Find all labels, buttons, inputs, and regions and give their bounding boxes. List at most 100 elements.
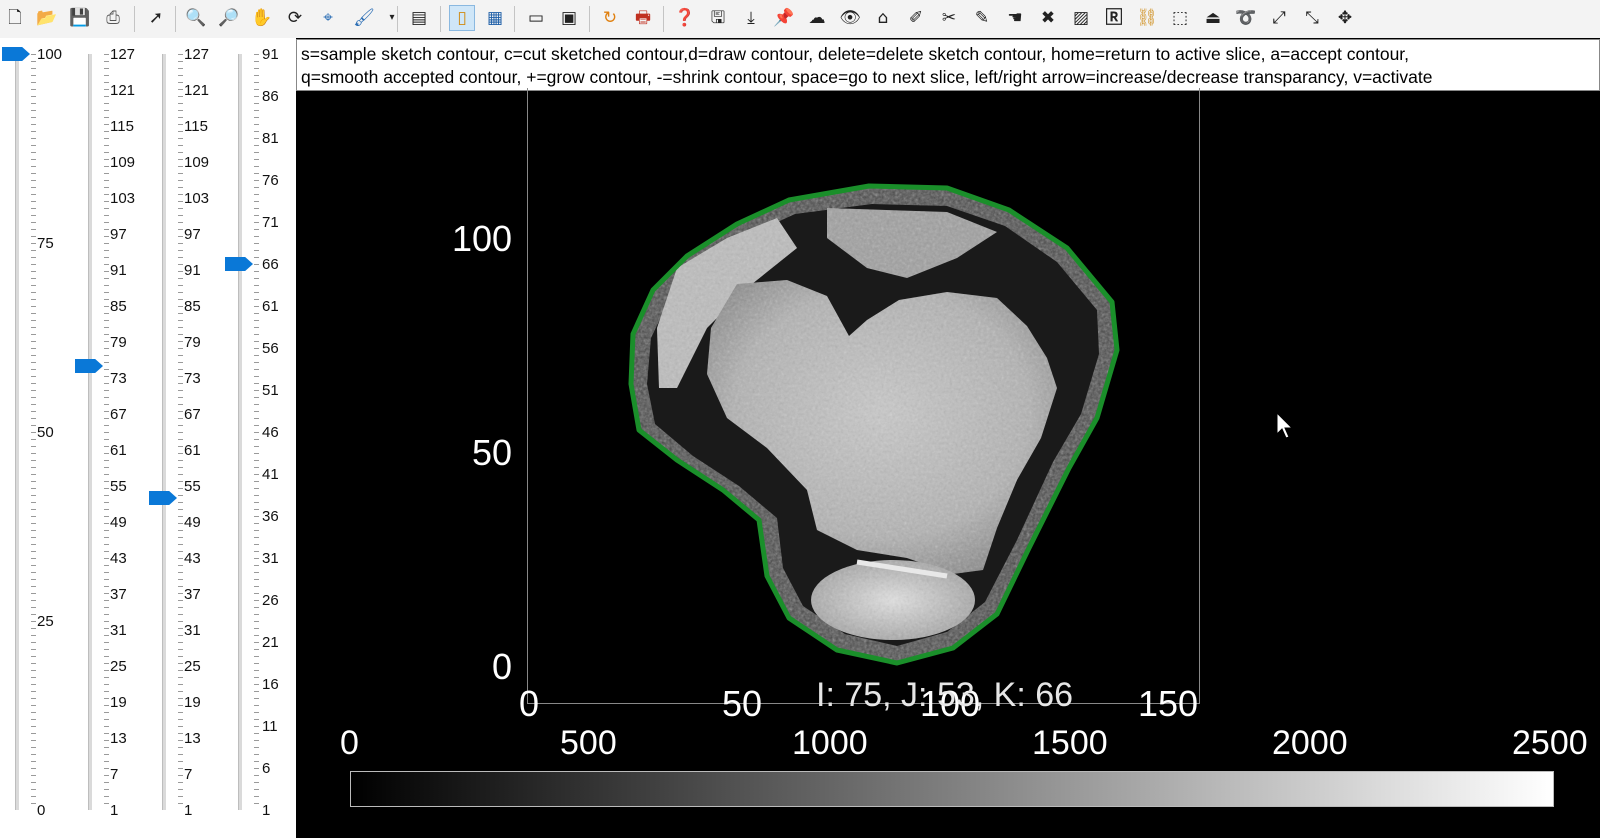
hand-icon[interactable]: ☚ (1003, 6, 1027, 30)
slider-tick-label: 73 (110, 370, 127, 387)
slider-tick-label: 55 (184, 478, 201, 495)
toolbar-separator (397, 6, 398, 32)
slider-tick-label: 0 (37, 802, 46, 819)
slider-tick-label: 115 (184, 118, 208, 135)
slider-tick-label: 85 (184, 298, 201, 315)
lasso-icon[interactable]: ➰ (1234, 6, 1258, 30)
slider-tick-label: 67 (110, 406, 127, 423)
brush-dropdown-icon[interactable]: ▾ (380, 6, 404, 30)
help-line-1: s=sample sketch contour, c=cut sketched … (301, 44, 1410, 64)
figure-window-icon[interactable]: ▤ (407, 6, 431, 30)
slider-tick-label: 79 (110, 334, 127, 351)
delete-x-icon[interactable]: ✖ (1036, 6, 1060, 30)
zoom-in-icon[interactable]: 🔍 (184, 6, 208, 30)
slider-tick-label: 13 (110, 730, 127, 747)
brush-icon[interactable]: 🖌 (352, 6, 376, 30)
r-icon[interactable]: 🅁 (1102, 6, 1126, 30)
pin-icon[interactable]: 📌 (772, 6, 796, 30)
slider-tick-label: 49 (184, 514, 201, 531)
plot-axes[interactable] (527, 88, 1200, 704)
slider-ticks (178, 54, 183, 810)
colorbar-tick: 1500 (1032, 724, 1108, 762)
slider-tick-label: 71 (262, 214, 279, 231)
slider-track-slice-j[interactable] (162, 54, 166, 810)
slider-tick-label: 51 (262, 382, 279, 399)
new-file-icon[interactable]: 🗋 (3, 6, 27, 30)
colorbar-toggle-icon[interactable]: ▯ (449, 5, 475, 31)
slider-tick-label: 31 (184, 622, 201, 639)
slider-tick-label: 85 (110, 298, 127, 315)
x-tick-label: 50 (722, 683, 763, 724)
slider-tick-label: 37 (110, 586, 127, 603)
slider-tick-label: 43 (110, 550, 127, 567)
zoom-out-icon[interactable]: 🔎 (217, 6, 241, 30)
slider-tick-label: 55 (110, 478, 127, 495)
image-viewer[interactable]: s=sample sketch contour, c=cut sketched … (296, 38, 1600, 838)
data-cursor-icon[interactable]: ⌖ (316, 6, 340, 30)
download-icon[interactable]: ⤓ (739, 6, 763, 30)
slider-tick-label: 25 (110, 658, 127, 675)
toolbar-separator (134, 6, 135, 32)
home-icon[interactable]: ⌂ (871, 6, 895, 30)
slider-tick-label: 46 (262, 424, 279, 441)
maximize-icon[interactable]: ▣ (557, 6, 581, 30)
open-folder-icon[interactable]: 📂 (35, 6, 59, 30)
slider-tick-label: 41 (262, 466, 279, 483)
slider-ticks (31, 54, 36, 810)
slider-tick-label: 109 (184, 154, 210, 171)
toolbar-separator (440, 6, 441, 32)
slider-track-slice-k[interactable] (238, 54, 242, 810)
slider-tick-label: 67 (184, 406, 201, 423)
slider-tick-label: 91 (184, 262, 201, 279)
iron-icon[interactable]: ⏏ (1201, 6, 1225, 30)
pen-icon[interactable]: ✎ (970, 6, 994, 30)
rotate-icon[interactable]: ⟳ (283, 6, 307, 30)
slider-tick-label: 127 (110, 46, 136, 63)
pointer-icon[interactable]: ➚ (144, 6, 168, 30)
save-icon[interactable]: 💾 (68, 6, 92, 30)
slider-thumb-slice-i[interactable] (75, 359, 103, 373)
window-icon[interactable]: ▭ (524, 6, 548, 30)
scissors-icon[interactable]: ✂ (937, 6, 961, 30)
print-icon[interactable]: 🖶 (631, 6, 655, 30)
link-icon[interactable]: ⛓ (1135, 6, 1159, 30)
slider-track-transparency[interactable] (15, 54, 19, 810)
colorbar-tick: 1000 (792, 724, 868, 762)
slider-ticks (104, 54, 109, 810)
image-icon[interactable]: ▨ (1069, 6, 1093, 30)
slider-tick-label: 25 (184, 658, 201, 675)
slider-tick-label: 7 (184, 766, 193, 783)
save-disk-icon[interactable]: 🖫 (706, 6, 730, 30)
slider-tick-label: 49 (110, 514, 127, 531)
pan-hand-icon[interactable]: ✋ (250, 6, 274, 30)
refresh-icon[interactable]: ↻ (598, 6, 622, 30)
crop-icon[interactable]: ⬚ (1168, 6, 1192, 30)
slider-thumb-slice-k[interactable] (225, 257, 253, 271)
help-icon[interactable]: ❓ (673, 6, 697, 30)
slider-thumb-transparency[interactable] (2, 47, 30, 61)
eyedropper-icon[interactable]: ✐ (904, 6, 928, 30)
slider-panel: 100 75 50 25 0 127 121 115 109 103 97 91 85 79 73 67 61 5… (0, 38, 296, 838)
toolbar-separator (589, 6, 590, 32)
slider-thumb-slice-j[interactable] (149, 491, 177, 505)
slider-track-slice-i[interactable] (88, 54, 92, 810)
toolbar-separator (514, 6, 515, 32)
slider-tick-label: 61 (110, 442, 127, 459)
patella-region (811, 560, 975, 640)
expand-icon[interactable]: ⤢ (1267, 6, 1291, 30)
slider-tick-label: 61 (262, 298, 279, 315)
toolbar-separator (663, 6, 664, 32)
mouse-cursor-icon (1276, 412, 1294, 439)
slider-tick-label: 19 (110, 694, 127, 711)
ghost-icon[interactable]: ☁ (805, 6, 829, 30)
legend-toggle-icon[interactable]: ▦ (483, 6, 507, 30)
voxel-coordinates: I: 75, J: 53, K: 66 (816, 676, 1074, 714)
slider-tick-label: 19 (184, 694, 201, 711)
shrink-icon[interactable]: ⤡ (1300, 6, 1324, 30)
slider-tick-label: 76 (262, 172, 279, 189)
move-icon[interactable]: ✥ (1333, 6, 1357, 30)
slider-tick-label: 97 (110, 226, 127, 243)
print-preview-icon[interactable]: ⎙ (101, 6, 125, 30)
slider-tick-label: 97 (184, 226, 201, 243)
eye-icon[interactable]: 👁 (838, 6, 862, 30)
